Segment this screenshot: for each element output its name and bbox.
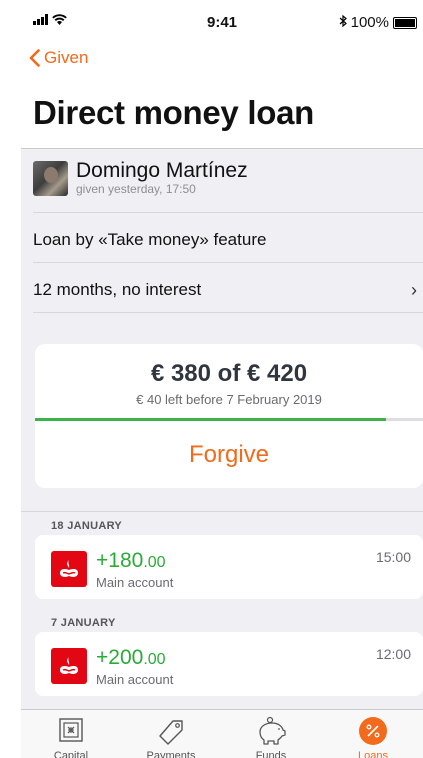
divider (33, 212, 423, 213)
transaction-amount: +200.00 (96, 646, 166, 669)
date-header: 18 JANUARY (51, 520, 123, 532)
bank-logo-icon (51, 648, 87, 684)
tab-label: Funds (255, 750, 287, 758)
divider (21, 511, 423, 512)
contact-subtitle: given yesterday, 17:50 (76, 182, 196, 196)
transaction-time: 12:00 (375, 646, 411, 662)
percent-icon (358, 716, 388, 751)
avatar (33, 160, 68, 196)
tab-label: Payments (146, 750, 196, 758)
status-right: 100% (339, 14, 417, 31)
bluetooth-icon (339, 14, 347, 31)
page-title: Direct money loan (33, 94, 314, 131)
status-bar: 9:41 100% (21, 8, 423, 36)
tag-icon (155, 716, 187, 751)
contact-name: Domingo Martínez (76, 159, 248, 182)
back-button[interactable]: Given (29, 48, 88, 68)
loan-terms-text: 12 months, no interest (33, 280, 202, 299)
contact-row[interactable]: Domingo Martínez given yesterday, 17:50 (33, 160, 248, 196)
date-header: 7 JANUARY (51, 617, 116, 629)
tab-bar: Capital Payments Funds Loans (21, 709, 423, 758)
battery-icon (393, 16, 417, 29)
piggy-bank-icon (254, 716, 288, 751)
loan-card: € 380 of € 420 € 40 left before 7 Februa… (35, 344, 423, 488)
tab-loans[interactable]: Loans (323, 710, 423, 758)
tab-payments[interactable]: Payments (121, 710, 221, 758)
loan-terms-row[interactable]: 12 months, no interest › (33, 280, 423, 300)
chevron-right-icon: › (411, 280, 417, 300)
loan-feature-text: Loan by «Take money» feature (33, 230, 267, 249)
transaction-time: 15:00 (375, 549, 411, 565)
chevron-left-icon (29, 49, 40, 67)
bank-logo-icon (51, 551, 87, 587)
tab-capital[interactable]: Capital (21, 710, 121, 758)
loan-amount: € 380 of € 420 (150, 360, 308, 387)
divider (33, 312, 423, 313)
safe-icon (56, 716, 86, 751)
transaction-item[interactable]: +200.00 Main account 12:00 (35, 632, 423, 696)
tab-funds[interactable]: Funds (221, 710, 321, 758)
transaction-account: Main account (96, 575, 174, 590)
transaction-account: Main account (96, 672, 174, 687)
tab-label: Loans (358, 750, 388, 758)
divider (33, 262, 423, 263)
tab-label: Capital (53, 750, 89, 758)
battery-percent: 100% (350, 14, 389, 31)
contact-text: Domingo Martínez given yesterday, 17:50 (76, 159, 248, 197)
back-label: Given (44, 48, 89, 67)
transaction-amount: +180.00 (96, 549, 166, 572)
phone-screen: 9:41 100% Given Direct money loan Doming… (21, 8, 423, 758)
forgive-button[interactable]: Forgive (35, 421, 423, 488)
loan-remaining: € 40 left before 7 February 2019 (136, 392, 322, 407)
transaction-item[interactable]: +180.00 Main account 15:00 (35, 535, 423, 599)
